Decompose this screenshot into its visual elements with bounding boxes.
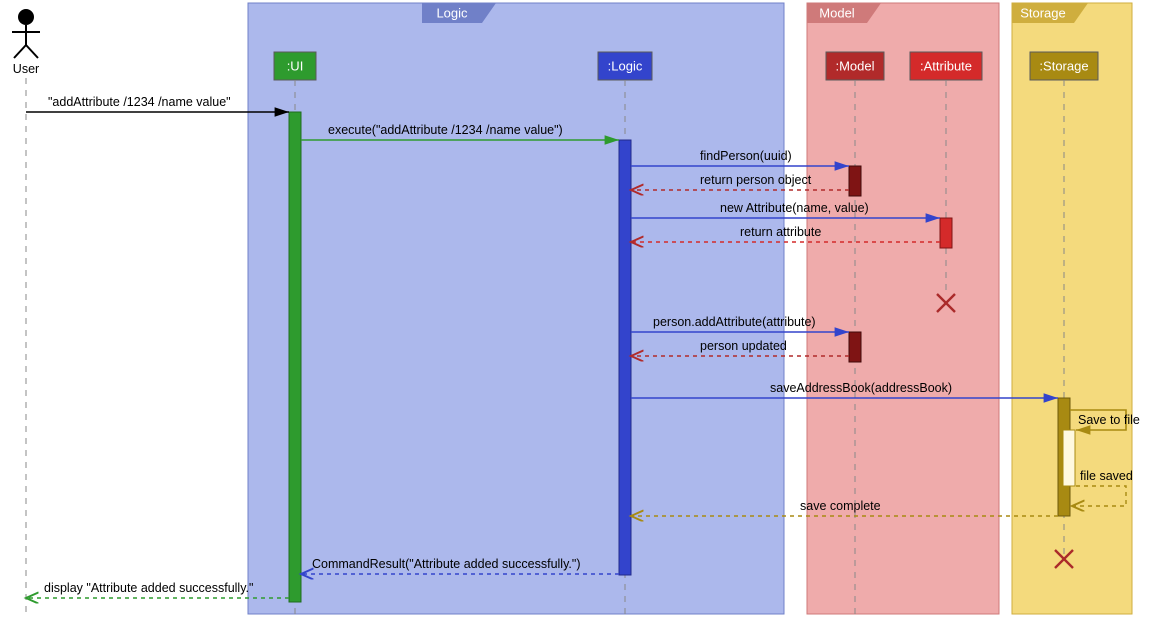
activation-attr: [940, 218, 952, 248]
msg-file-saved: file saved: [1080, 469, 1133, 483]
lifeline-storage-label: :Storage: [1039, 58, 1088, 73]
msg-user-to-ui: "addAttribute /1234 /name value": [48, 95, 231, 109]
lifeline-model-label: :Model: [835, 58, 874, 73]
lifeline-ui-label: :UI: [287, 58, 304, 73]
frame-model: Model: [807, 3, 999, 614]
msg-new-attribute: new Attribute(name, value): [720, 201, 869, 215]
msg-return-person: return person object: [700, 173, 812, 187]
msg-person-updated: person updated: [700, 339, 787, 353]
actor-user: User: [12, 9, 40, 614]
msg-save-complete: save complete: [800, 499, 881, 513]
frame-model-title: Model: [819, 5, 855, 20]
msg-return-attribute: return attribute: [740, 225, 821, 239]
lifeline-attribute-label: :Attribute: [920, 58, 972, 73]
activation-model-1: [849, 166, 861, 196]
msg-findperson: findPerson(uuid): [700, 149, 792, 163]
msg-person-addattr: person.addAttribute(attribute): [653, 315, 816, 329]
frame-logic: Logic: [248, 3, 784, 614]
frame-storage: Storage: [1012, 3, 1132, 614]
actor-user-label: User: [13, 62, 39, 76]
activation-logic: [619, 140, 631, 575]
msg-display: display "Attribute added successfully.": [44, 581, 253, 595]
frame-storage-title: Storage: [1020, 5, 1066, 20]
msg-ui-to-logic: execute("addAttribute /1234 /name value"…: [328, 123, 563, 137]
activation-ui: [289, 112, 301, 602]
activation-storage-inner: [1063, 430, 1075, 486]
frame-logic-title: Logic: [436, 5, 468, 20]
activation-model-2: [849, 332, 861, 362]
lifeline-logic-label: :Logic: [608, 58, 643, 73]
msg-commandresult: CommandResult("Attribute added successfu…: [312, 557, 580, 571]
sequence-diagram: Logic Model Storage User :UI :Logic :Mod…: [0, 0, 1149, 628]
msg-save-to-file: Save to file: [1078, 413, 1140, 427]
msg-saveaddressbook: saveAddressBook(addressBook): [770, 381, 952, 395]
